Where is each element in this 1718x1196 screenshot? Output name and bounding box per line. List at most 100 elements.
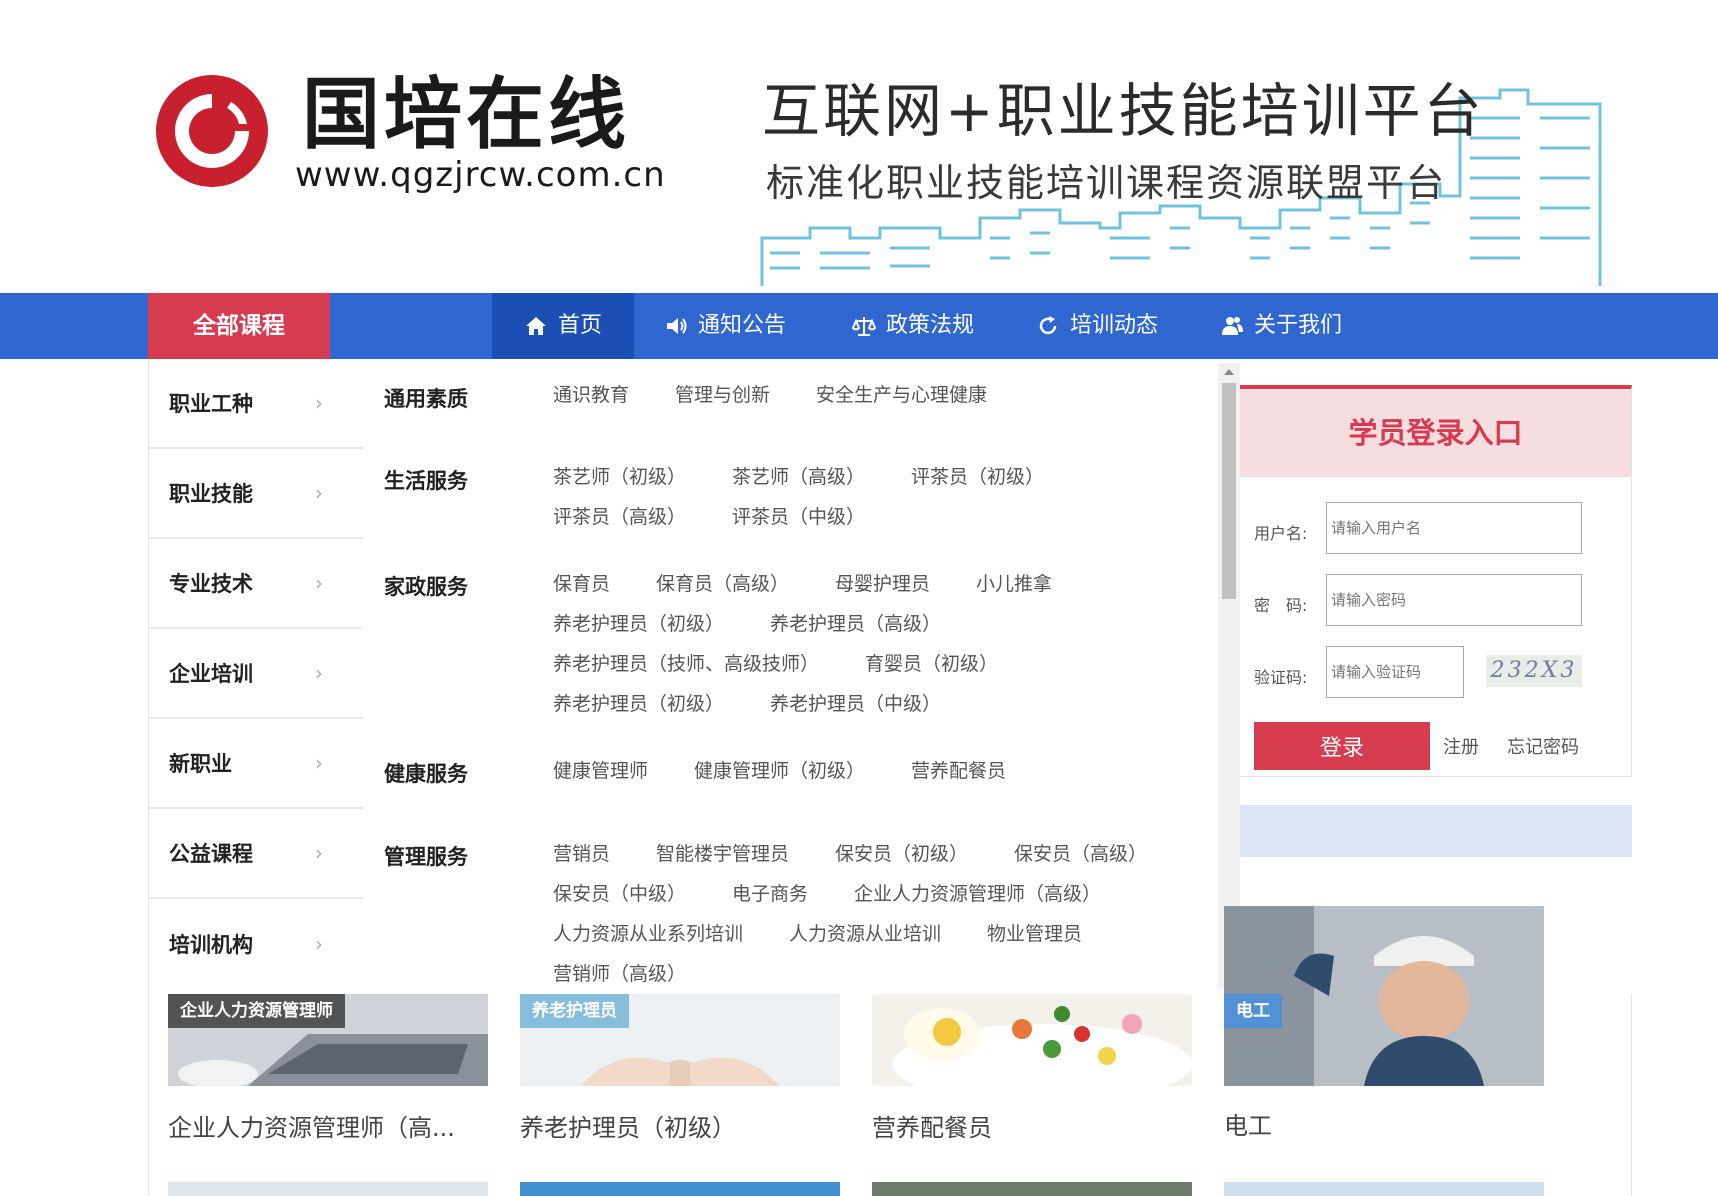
course-thumbnail[interactable]: 养老护理员 [520, 994, 840, 1086]
panel-scrollbar[interactable] [1218, 363, 1240, 989]
forgot-password-link[interactable]: 忘记密码 [1507, 733, 1579, 759]
course-thumbnail-partial[interactable] [520, 1182, 840, 1196]
course-card[interactable]: 养老护理员 养老护理员（初级） [520, 994, 840, 1143]
nav-home-label: 首页 [558, 313, 603, 338]
nav-policies-label: 政策法规 [886, 313, 975, 338]
panel-link-row: 人力资源从业系列培训 人力资源从业培训 物业管理员 [553, 912, 1193, 952]
panel-group-links: 保育员 保育员（高级） 母婴护理员 小儿推拿 养老护理员（初级） 养老护理员（高… [553, 562, 1193, 722]
course-thumbnail[interactable] [872, 994, 1192, 1086]
home-icon [526, 317, 546, 335]
register-link[interactable]: 注册 [1443, 733, 1479, 759]
course-title[interactable]: 营养配餐员 [872, 1108, 1192, 1143]
course-thumbnail-partial[interactable] [168, 1182, 488, 1196]
category-item[interactable]: 企业培训 › [149, 629, 363, 719]
username-input[interactable] [1326, 502, 1582, 554]
panel-link[interactable]: 健康管理师 [553, 756, 648, 783]
panel-group-links: 通识教育 管理与创新 安全生产与心理健康 [553, 373, 1193, 413]
captcha-image[interactable]: 232X3 [1486, 655, 1582, 687]
panel-link[interactable]: 企业人力资源管理师（高级） [854, 879, 1101, 906]
panel-group-title: 家政服务 [384, 575, 468, 599]
login-box: 学员登录入口 用户名: 密 码: 验证码: 232X3 登录 注册 忘记密码 [1240, 385, 1632, 777]
panel-link-row: 养老护理员（初级） 养老护理员（中级） [553, 682, 1193, 722]
nav-policies[interactable]: 政策法规 [820, 293, 1006, 359]
panel-link[interactable]: 管理与创新 [675, 380, 770, 407]
panel-link-row: 保育员 保育员（高级） 母婴护理员 小儿推拿 [553, 562, 1193, 602]
category-label: 专业技术 [169, 572, 253, 596]
nav-notices[interactable]: 通知公告 [632, 293, 818, 359]
panel-link[interactable]: 小儿推拿 [976, 569, 1052, 596]
panel-link[interactable]: 评茶员（初级） [911, 462, 1044, 489]
course-card[interactable]: 企业人力资源管理师 企业人力资源管理师（高... [168, 994, 488, 1143]
nav-home[interactable]: 首页 [492, 293, 635, 359]
panel-link-row: 营销师（高级） [553, 952, 1193, 992]
chevron-right-icon: › [315, 932, 323, 956]
panel-group-title: 通用素质 [384, 387, 468, 411]
course-thumbnail-partial[interactable] [872, 1182, 1192, 1196]
panel-link[interactable]: 通识教育 [553, 380, 629, 407]
course-thumbnail[interactable]: 企业人力资源管理师 [168, 994, 488, 1086]
panel-link[interactable]: 健康管理师（初级） [694, 756, 865, 783]
nav-about-us[interactable]: 关于我们 [1188, 293, 1374, 359]
panel-link[interactable]: 茶艺师（初级） [553, 462, 686, 489]
panel-link[interactable]: 保育员 [553, 569, 610, 596]
nav-notices-label: 通知公告 [698, 313, 787, 338]
panel-group-links: 营销员 智能楼宇管理员 保安员（初级） 保安员（高级） 保安员（中级） 电子商务… [553, 832, 1193, 992]
scroll-up-arrow-icon[interactable] [1224, 369, 1234, 375]
panel-group-links: 茶艺师（初级） 茶艺师（高级） 评茶员（初级） 评茶员（高级） 评茶员（中级） [553, 455, 1193, 535]
panel-link[interactable]: 养老护理员（技师、高级技师） [553, 649, 819, 676]
category-label: 公益课程 [169, 842, 253, 866]
category-item[interactable]: 职业工种 › [149, 359, 363, 449]
course-card[interactable]: 营养配餐员 [872, 994, 1192, 1143]
category-dropdown-panel: 通用素质 通识教育 管理与创新 安全生产与心理健康 生活服务 茶艺师（初级） 茶… [363, 359, 1218, 994]
brand-name[interactable]: 国培在线 [302, 70, 630, 160]
password-input[interactable] [1326, 574, 1582, 626]
panel-link[interactable]: 育婴员（初级） [865, 649, 998, 676]
panel-link[interactable]: 物业管理员 [987, 919, 1082, 946]
course-card[interactable]: 电工 电工 [1224, 906, 1544, 1141]
panel-link[interactable]: 人力资源从业系列培训 [553, 919, 743, 946]
course-thumbnail-partial[interactable] [1224, 1182, 1544, 1196]
chevron-right-icon: › [315, 481, 323, 505]
panel-link[interactable]: 电子商务 [732, 879, 808, 906]
category-label: 职业技能 [169, 482, 253, 506]
captcha-input[interactable] [1326, 646, 1464, 698]
password-label: 密 码: [1254, 596, 1308, 615]
panel-link[interactable]: 茶艺师（高级） [732, 462, 865, 489]
brand-logo-icon[interactable] [155, 72, 269, 190]
course-title[interactable]: 企业人力资源管理师（高... [168, 1108, 488, 1143]
course-title[interactable]: 电工 [1224, 1106, 1544, 1141]
panel-link[interactable]: 营养配餐员 [911, 756, 1006, 783]
panel-link[interactable]: 保育员（高级） [656, 569, 789, 596]
panel-link-row: 茶艺师（初级） 茶艺师（高级） 评茶员（初级） [553, 455, 1193, 495]
panel-link[interactable]: 人力资源从业培训 [789, 919, 941, 946]
nav-training-news[interactable]: 培训动态 [1004, 293, 1190, 359]
panel-link[interactable]: 养老护理员（高级） [770, 609, 941, 636]
panel-group-links: 健康管理师 健康管理师（初级） 营养配餐员 [553, 749, 1193, 789]
course-thumbnail[interactable]: 电工 [1224, 906, 1544, 1086]
category-item[interactable]: 培训机构 › [149, 899, 363, 989]
panel-link[interactable]: 保安员（高级） [1014, 839, 1147, 866]
panel-link[interactable]: 智能楼宇管理员 [656, 839, 789, 866]
panel-link[interactable]: 养老护理员（初级） [553, 689, 724, 716]
panel-link[interactable]: 营销员 [553, 839, 610, 866]
category-item[interactable]: 职业技能 › [149, 449, 363, 539]
category-label: 企业培训 [169, 662, 253, 686]
panel-link[interactable]: 保安员（初级） [835, 839, 968, 866]
category-item[interactable]: 公益课程 › [149, 809, 363, 899]
panel-link[interactable]: 营销师（高级） [553, 959, 686, 986]
scroll-thumb[interactable] [1222, 383, 1236, 599]
panel-link[interactable]: 养老护理员（初级） [553, 609, 724, 636]
all-courses-button[interactable]: 全部课程 [148, 293, 330, 359]
panel-link[interactable]: 保安员（中级） [553, 879, 686, 906]
course-title[interactable]: 养老护理员（初级） [520, 1108, 840, 1143]
panel-link[interactable]: 评茶员（高级） [553, 502, 686, 529]
login-button[interactable]: 登录 [1254, 722, 1430, 770]
panel-link[interactable]: 养老护理员（中级） [770, 689, 941, 716]
panel-link[interactable]: 评茶员（中级） [732, 502, 865, 529]
panel-group-title: 健康服务 [384, 762, 468, 786]
panel-link[interactable]: 母婴护理员 [835, 569, 930, 596]
category-item[interactable]: 新职业 › [149, 719, 363, 809]
category-item[interactable]: 专业技术 › [149, 539, 363, 629]
panel-link[interactable]: 安全生产与心理健康 [816, 380, 987, 407]
panel-link-row: 营销员 智能楼宇管理员 保安员（初级） 保安员（高级） [553, 832, 1193, 872]
